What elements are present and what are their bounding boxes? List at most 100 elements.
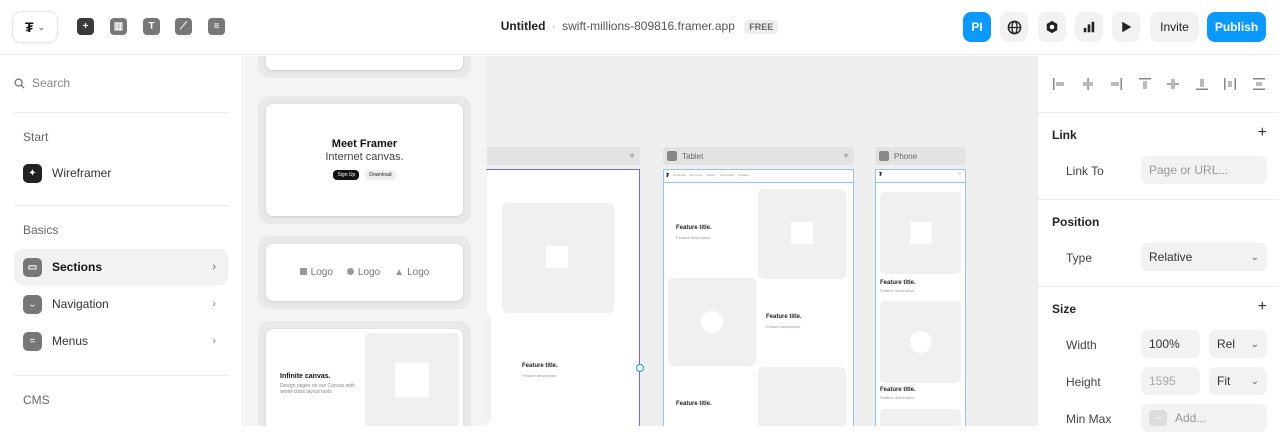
plugins-button[interactable] (1038, 12, 1066, 42)
plus-icon: + (629, 150, 635, 162)
sidebar-item-label: Navigation (52, 297, 109, 311)
divider (1038, 199, 1279, 200)
tablet-frame[interactable]: ₮ Personas Personas Gallery Personatis U… (663, 169, 854, 426)
hero-primary-button: Sign Up (333, 170, 360, 180)
align-top-icon[interactable] (1138, 77, 1152, 91)
preview-frame (266, 56, 463, 70)
section-label-start: Start (23, 130, 49, 144)
tablet-frame-header[interactable]: Tablet + (663, 147, 854, 165)
feature-title: Feature title. (880, 387, 916, 393)
play-icon (667, 151, 677, 161)
globe-icon (1007, 20, 1021, 34)
nav-link: Gallery (706, 173, 716, 177)
resize-handle[interactable] (636, 364, 644, 372)
link-to-input[interactable]: Page or URL... (1141, 156, 1267, 184)
feature-card-text: Design pages on our Canvas with world-cl… (280, 383, 355, 395)
framer-logo-icon: ₮ (666, 173, 670, 179)
sidebar-item-wireframer[interactable]: ✦ Wireframer (14, 155, 228, 191)
width-input[interactable]: 100% (1141, 330, 1200, 358)
publish-button[interactable]: Publish (1207, 12, 1266, 42)
feature-title: Feature title. (766, 314, 802, 320)
selection-line (876, 182, 965, 183)
square-icon (299, 268, 307, 275)
analytics-button[interactable] (1075, 12, 1103, 42)
sidebar-item-navigation[interactable]: ⌄ Navigation › (14, 286, 228, 322)
search-placeholder: Search (32, 76, 71, 90)
sidebar-item-label: Wireframer (52, 166, 112, 180)
align-center-h-icon[interactable] (1081, 77, 1095, 91)
position-type-label: Type (1066, 251, 1093, 265)
align-right-icon[interactable] (1109, 77, 1123, 91)
preview-frame: Logo Logo ▲ Logo (266, 244, 463, 301)
phone-frame[interactable]: ₮ ≡ Feature title. Feature description. … (875, 169, 966, 426)
min-max-input[interactable]: ↔ Add... (1141, 404, 1267, 432)
feature-title: Feature title. (676, 225, 712, 231)
align-left-icon[interactable] (1052, 77, 1066, 91)
project-domain: swift-millions-809816.framer.app (562, 19, 735, 33)
selection-line (664, 182, 853, 183)
logo-label: Logo (310, 267, 333, 278)
chevron-right-icon: › (212, 298, 216, 310)
sidebar-item-menus[interactable]: = Menus › (14, 323, 228, 359)
chevron-down-icon: ⌄ (1250, 375, 1259, 387)
hero-secondary-button: Download (365, 170, 396, 180)
width-unit-select[interactable]: Rel ⌄ (1209, 330, 1267, 358)
sidebar-item-label: Sections (52, 260, 103, 274)
logo-item: ▲ Logo (394, 267, 429, 278)
canvas[interactable]: + Feature title. Feature description. Ta… (487, 56, 1037, 426)
section-preview-card[interactable] (258, 56, 471, 78)
logo-label: Logo (357, 267, 381, 278)
divider (14, 112, 229, 113)
frame-label: Phone (894, 151, 918, 161)
desktop-frame[interactable]: Feature title. Feature description. (487, 169, 640, 426)
desktop-frame-header[interactable]: + (487, 147, 640, 165)
chevron-down-icon: ⌄ (1250, 251, 1259, 263)
position-type-select[interactable]: Relative ⌄ (1141, 243, 1267, 271)
min-max-icon: ↔ (1149, 410, 1167, 426)
align-bottom-icon[interactable] (1195, 77, 1209, 91)
add-link-icon[interactable]: + (1258, 124, 1267, 142)
distribute-h-icon[interactable] (1223, 77, 1237, 91)
bar-chart-icon (1083, 21, 1095, 33)
alignment-toolbar (1052, 76, 1266, 92)
feature-section-card[interactable]: Infinite canvas. Design pages on our Can… (258, 321, 471, 426)
plan-badge: FREE (744, 20, 779, 34)
distribute-v-icon[interactable] (1252, 77, 1266, 91)
publish-label: Publish (1214, 20, 1259, 34)
link-heading: Link (1052, 128, 1077, 142)
image-placeholder-icon (395, 363, 429, 397)
search-input[interactable]: Search (14, 76, 70, 90)
height-unit-select[interactable]: Fit ⌄ (1209, 367, 1267, 395)
phone-frame-header[interactable]: Phone (875, 147, 966, 165)
logos-section-card[interactable]: Logo Logo ▲ Logo (258, 236, 471, 309)
feature-description: Feature description. (676, 235, 712, 240)
logo-item: Logo (346, 267, 381, 278)
feature-card-title: Infinite canvas. (280, 373, 331, 380)
avatar[interactable]: PI (963, 12, 991, 42)
invite-button[interactable]: Invite (1150, 12, 1199, 42)
image-placeholder-icon (791, 222, 813, 244)
feature-title: Feature title. (522, 363, 558, 369)
frame-label: Tablet (682, 151, 704, 161)
site-settings-button[interactable] (1000, 12, 1028, 42)
sidebar-item-sections[interactable]: ▭ Sections › (14, 249, 228, 285)
section-icon: ▭ (23, 257, 42, 277)
image-placeholder-icon (910, 222, 932, 244)
preview-button[interactable] (1112, 12, 1140, 42)
min-max-placeholder: Add... (1175, 411, 1207, 425)
hero-section-card[interactable]: Meet Framer Internet canvas. Sign Up Dow… (258, 96, 471, 224)
nav-bar: ₮ Personas Personas Gallery Personatis U… (666, 173, 749, 179)
image-placeholder-icon (701, 311, 723, 333)
add-size-icon[interactable]: + (1258, 298, 1267, 316)
preview-frame: Meet Framer Internet canvas. Sign Up Dow… (266, 104, 463, 216)
position-type-value: Relative (1149, 250, 1193, 264)
height-unit-value: Fit (1217, 374, 1231, 388)
width-label: Width (1066, 338, 1097, 352)
align-middle-icon[interactable] (1166, 77, 1180, 91)
play-icon (1122, 21, 1132, 33)
width-unit-value: Rel (1217, 337, 1236, 351)
avatar-initials: PI (971, 20, 983, 34)
menu-icon: = (23, 331, 42, 351)
position-heading: Position (1052, 215, 1100, 229)
height-input[interactable]: 1595 (1141, 367, 1200, 395)
